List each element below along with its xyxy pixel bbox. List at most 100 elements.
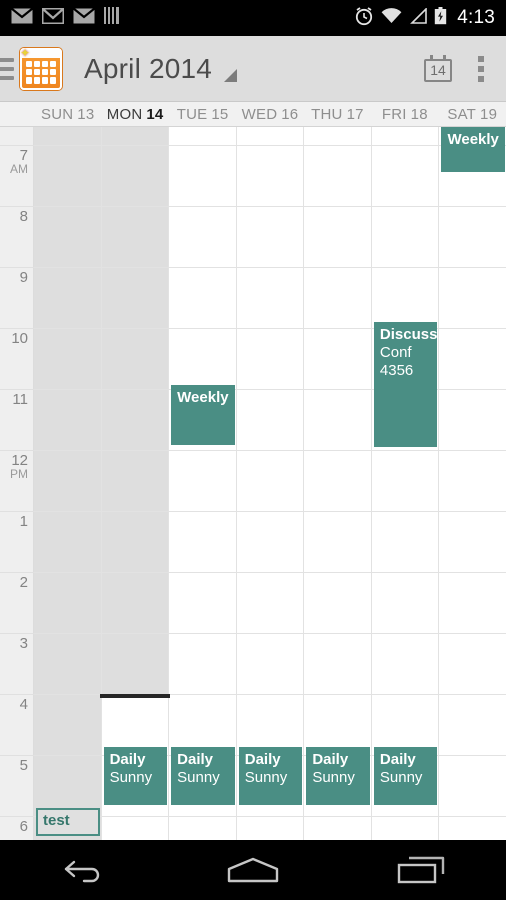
calendar-event[interactable]: Weekly <box>441 127 506 172</box>
day-column-sat[interactable]: Weekly <box>439 127 506 840</box>
hour-gridline <box>236 328 304 329</box>
page-title[interactable]: April 2014 <box>84 53 212 85</box>
calendar-event[interactable]: Daily Sunny <box>306 747 370 805</box>
calendar-event[interactable]: Daily Sunny <box>171 747 235 805</box>
calendar-app-icon[interactable]: ✦ <box>20 47 62 90</box>
today-calendar-icon[interactable]: 14 <box>424 55 452 82</box>
hour-gridline <box>371 450 439 451</box>
event-subtitle: Conf 4356 <box>379 344 414 379</box>
gutter-hour-line <box>0 816 34 817</box>
event-subtitle: Sunny <box>177 769 220 786</box>
hour-gridline <box>169 267 236 268</box>
day-header-date: 19 <box>480 105 498 123</box>
hour-gridline <box>439 511 506 512</box>
hour-label: 12 PM <box>0 453 28 481</box>
hour-gridline <box>439 206 506 207</box>
calendar-event[interactable]: Daily Sunny <box>103 747 168 805</box>
recent-apps-icon[interactable] <box>367 847 477 893</box>
hour-gridline <box>34 633 101 634</box>
home-icon[interactable] <box>198 847 308 893</box>
day-header-weekday: WED <box>241 105 278 123</box>
gutter-hour-line <box>0 450 34 451</box>
hour-gridline <box>439 694 506 695</box>
calendar-event[interactable]: Daily Sunny <box>373 747 438 805</box>
overflow-menu-icon[interactable] <box>478 55 484 82</box>
event-title: Daily <box>244 751 281 768</box>
hour-gridline <box>169 206 236 207</box>
hour-label: 8 <box>0 209 28 224</box>
hamburger-menu-icon[interactable] <box>0 57 14 80</box>
current-time-indicator <box>99 694 171 698</box>
day-columns: test Daily Sunny Weekly Daily Sunny Daily Su… <box>34 127 506 840</box>
day-header-thu[interactable]: THU 17 <box>304 102 371 126</box>
day-column-mon[interactable]: Daily Sunny <box>99 127 171 840</box>
email-icon <box>10 7 34 29</box>
calendar-event[interactable]: Discuss Conf 4356 <box>373 322 438 447</box>
day-header-weekday: SUN <box>41 105 74 123</box>
battery-charging-icon <box>434 6 447 30</box>
hour-gridline <box>101 328 169 329</box>
hour-gridline <box>101 816 169 817</box>
day-column-thu[interactable]: Daily Sunny <box>304 127 372 840</box>
hour-gridline <box>169 511 236 512</box>
event-title: Weekly <box>447 131 499 148</box>
day-column-tue[interactable]: Weekly Daily Sunny <box>169 127 237 840</box>
hour-label-meridiem: PM <box>10 467 28 481</box>
gmail-icon <box>41 7 65 29</box>
dropdown-caret-icon[interactable] <box>224 69 238 82</box>
hour-gridline <box>304 267 371 268</box>
day-header-fri[interactable]: FRI 18 <box>371 102 438 126</box>
hour-gridline <box>101 633 169 634</box>
gutter-hour-line <box>0 694 34 695</box>
back-arrow-icon[interactable] <box>29 847 139 893</box>
day-header-date: 14 <box>146 105 164 123</box>
hour-label-number: 10 <box>11 330 28 347</box>
hour-gridline <box>101 572 169 573</box>
hour-gridline <box>34 694 101 695</box>
day-column-fri[interactable]: Discuss Conf 4356 Daily Sunny <box>371 127 440 840</box>
status-bar-system-icons: 4:13 <box>354 6 506 31</box>
day-header-sun[interactable]: SUN 13 <box>34 102 101 126</box>
event-title: test <box>43 812 70 829</box>
calendar-event[interactable]: Daily Sunny <box>238 747 303 805</box>
hour-gridline <box>304 328 371 329</box>
hour-gridline <box>169 450 236 451</box>
day-header-tue[interactable]: TUE 15 <box>169 102 236 126</box>
day-header-weekday: THU <box>311 105 343 123</box>
day-column-wed[interactable]: Daily Sunny <box>236 127 305 840</box>
calendar-event[interactable]: test <box>36 808 100 836</box>
hour-gridline <box>236 816 304 817</box>
hour-gridline <box>371 572 439 573</box>
hour-gridline <box>34 328 101 329</box>
gutter-hour-line <box>0 755 34 756</box>
day-header-mon[interactable]: MON 14 <box>101 102 168 126</box>
hour-label-number: 8 <box>19 208 28 225</box>
day-header-sat[interactable]: SAT 19 <box>439 102 506 126</box>
hour-gridline <box>169 816 236 817</box>
hour-label: 5 <box>0 758 28 773</box>
hour-gridline <box>34 511 101 512</box>
hour-label: 10 <box>0 331 28 346</box>
calendar-event[interactable]: Weekly <box>171 385 235 445</box>
hour-label-number: 4 <box>19 696 28 713</box>
hour-gridline <box>236 450 304 451</box>
wifi-icon <box>381 7 402 29</box>
hour-gridline <box>439 755 506 756</box>
status-bar: 4:13 <box>0 0 506 36</box>
hour-gridline <box>371 694 439 695</box>
hour-gridline <box>34 755 101 756</box>
gutter-hour-line <box>0 389 34 390</box>
day-column-sun[interactable]: test <box>34 127 102 840</box>
hour-label-number: 3 <box>19 635 28 652</box>
day-header-wed[interactable]: WED 16 <box>236 102 303 126</box>
calendar-grid[interactable]: 7 AM 8 9 10 11 12 PM 1 2 3 4 5 6 test Daily Sunny Weekl… <box>0 127 506 840</box>
hour-gridline <box>371 267 439 268</box>
hour-label: 9 <box>0 270 28 285</box>
event-title: Daily <box>312 751 349 768</box>
event-title: Discuss <box>379 326 438 343</box>
gutter-hour-line <box>0 145 34 146</box>
elapsed-time-shading <box>101 127 169 694</box>
hour-label-number: 1 <box>19 513 28 530</box>
day-header-date: 17 <box>346 105 364 123</box>
email-icon <box>72 7 96 29</box>
